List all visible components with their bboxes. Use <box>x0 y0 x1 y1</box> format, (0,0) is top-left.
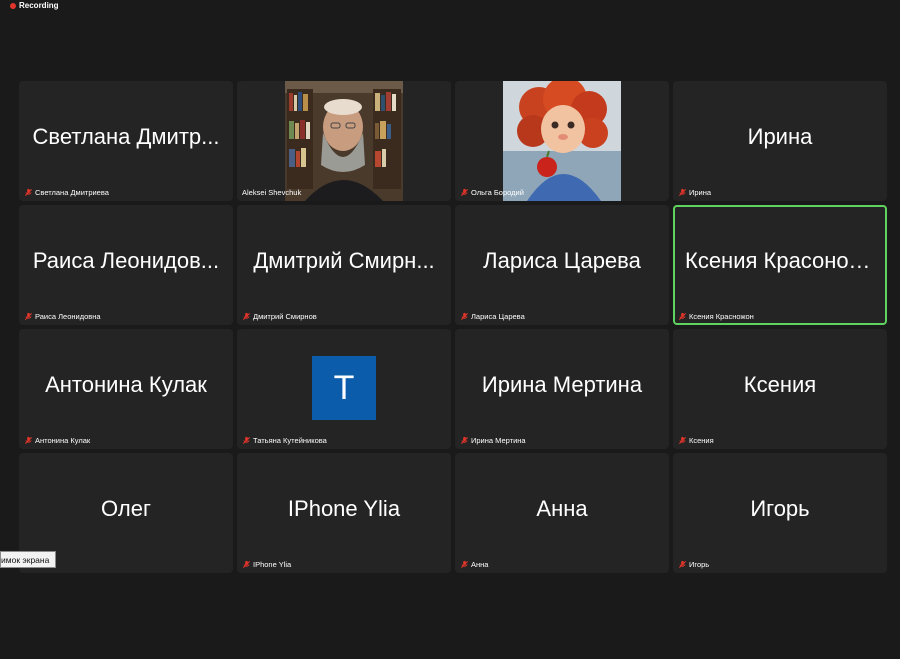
participant-display-name: Анна <box>536 496 588 521</box>
participant-label: Ксения Красножон <box>676 311 756 322</box>
zoom-meeting-gallery: Recording Светлана Дмитр... Светлана Дми… <box>0 0 900 659</box>
participant-name: Анна <box>471 560 489 569</box>
participant-name: Игорь <box>689 560 710 569</box>
mic-muted-icon <box>678 560 687 569</box>
participant-label: Игорь <box>676 559 711 570</box>
participant-display-name: Дмитрий Смирн... <box>253 248 435 273</box>
mic-muted-icon <box>678 312 687 321</box>
participant-display-name: IPhone Ylia <box>287 496 401 521</box>
mic-muted-icon <box>460 312 469 321</box>
participant-label: Дмитрий Смирнов <box>240 311 319 322</box>
participant-label: Ксения <box>676 435 716 446</box>
mic-muted-icon <box>678 436 687 445</box>
recording-label: Recording <box>19 1 59 10</box>
recording-dot-icon <box>10 2 16 9</box>
participant-display-name: Лариса Царева <box>483 248 641 273</box>
participant-tile-igor[interactable]: Игорь Игорь <box>673 453 887 573</box>
participant-name: Ксения Красножон <box>689 312 754 321</box>
participant-label: Антонина Кулак <box>22 435 92 446</box>
participant-name: Лариса Царева <box>471 312 525 321</box>
mic-muted-icon <box>678 188 687 197</box>
participant-display-name: Олег <box>101 496 151 521</box>
screenshot-tooltip: имок экрана <box>0 551 57 568</box>
participant-name: Светлана Дмитриева <box>35 188 109 197</box>
participant-display-name: Ксения <box>743 372 817 397</box>
participant-display-name: Светлана Дмитр... <box>32 124 220 149</box>
participant-label: Анна <box>458 559 490 570</box>
participant-label: Лариса Царева <box>458 311 527 322</box>
participant-tile-larisa[interactable]: Лариса Царева Лариса Царева <box>455 205 669 325</box>
participant-tile-dmitry[interactable]: Дмитрий Смирн... Дмитрий Смирнов <box>237 205 451 325</box>
participant-display-name: Игорь <box>750 496 810 521</box>
participant-display-name: Ирина Мертина <box>481 372 643 397</box>
participant-display-name: Антонина Кулак <box>45 372 207 397</box>
participant-tile-ksenia[interactable]: Ксения Ксения <box>673 329 887 449</box>
participant-tile-ksenia-krasnozhon-active-speaker[interactable]: Ксения Красонож... Ксения Красножон <box>673 205 887 325</box>
participant-tile-irina[interactable]: Ирина Ирина <box>673 81 887 201</box>
participant-tile-raisa[interactable]: Раиса Леонидов... Раиса Леонидовна <box>19 205 233 325</box>
participant-tile-iphone-ylia[interactable]: IPhone Ylia IPhone Ylia <box>237 453 451 573</box>
participant-name: IPhone Ylia <box>253 560 292 569</box>
participant-name: Ольга Бородий <box>471 188 524 197</box>
participant-label: Раиса Леонидовна <box>22 311 103 322</box>
participant-name: Антонина Кулак <box>35 436 91 445</box>
participant-name: Раиса Леонидовна <box>35 312 101 321</box>
participant-picture <box>503 81 621 201</box>
participant-name: Ирина Мертина <box>471 436 526 445</box>
participant-label: Aleksei Shevchuk <box>240 187 303 198</box>
recording-indicator[interactable]: Recording <box>10 1 59 10</box>
participant-tile-aleksei[interactable]: Aleksei Shevchuk <box>237 81 451 201</box>
participant-tile-irina-mertina[interactable]: Ирина Мертина Ирина Мертина <box>455 329 669 449</box>
mic-muted-icon <box>24 436 33 445</box>
mic-muted-icon <box>460 560 469 569</box>
participant-label: Ирина Мертина <box>458 435 528 446</box>
participant-display-name: Раиса Леонидов... <box>32 248 220 273</box>
participant-tile-svetlana[interactable]: Светлана Дмитр... Светлана Дмитриева <box>19 81 233 201</box>
participant-name: Татьяна Кутейникова <box>253 436 327 445</box>
participant-name: Aleksei Shevchuk <box>242 188 302 197</box>
participant-label: IPhone Ylia <box>240 559 293 570</box>
participant-display-name: Ксения Красонож... <box>685 248 882 273</box>
participant-label: Светлана Дмитриева <box>22 187 111 198</box>
mic-muted-icon <box>24 312 33 321</box>
participant-name: Ирина <box>689 188 712 197</box>
mic-muted-icon <box>24 188 33 197</box>
participant-label: Татьяна Кутейникова <box>240 435 329 446</box>
participant-tile-tatyana[interactable]: T Татьяна Кутейникова <box>237 329 451 449</box>
mic-muted-icon <box>242 560 251 569</box>
participant-tile-olga[interactable]: Ольга Бородий <box>455 81 669 201</box>
participant-label: Ольга Бородий <box>458 187 526 198</box>
participant-video-feed <box>285 81 403 201</box>
avatar: T <box>312 356 376 420</box>
participant-name: Дмитрий Смирнов <box>253 312 317 321</box>
participant-name: Ксения <box>689 436 714 445</box>
mic-muted-icon <box>242 312 251 321</box>
mic-muted-icon <box>242 436 251 445</box>
mic-muted-icon <box>460 188 469 197</box>
mic-muted-icon <box>460 436 469 445</box>
participant-display-name: Ирина <box>747 124 813 149</box>
participant-tile-anna[interactable]: Анна Анна <box>455 453 669 573</box>
participant-label: Ирина <box>676 187 713 198</box>
participant-tile-antonina[interactable]: Антонина Кулак Антонина Кулак <box>19 329 233 449</box>
